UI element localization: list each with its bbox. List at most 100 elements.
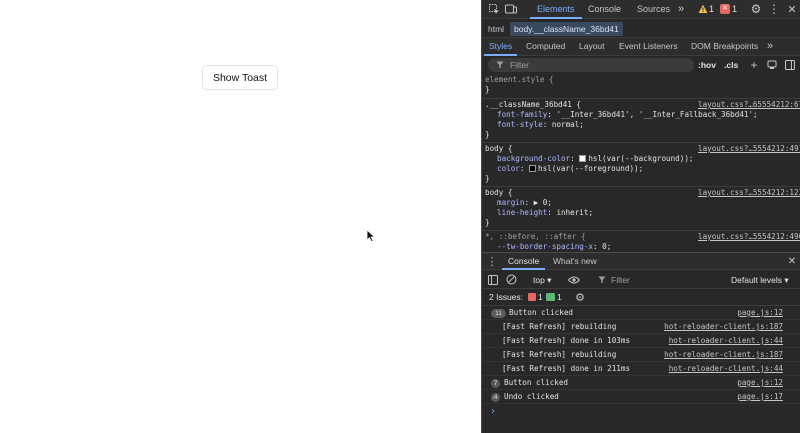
css-value: hsl(var(--background)); [588,154,694,163]
css-declaration[interactable]: line-height: inherit; [497,208,593,218]
breadcrumb-body[interactable]: body.__className_36bd41 [510,22,623,36]
console-source-link[interactable]: page.js:12 [737,306,783,320]
rule-selector[interactable]: body { [485,188,512,198]
error-icon[interactable]: ✕ [720,4,730,14]
console-settings-gear-icon[interactable]: ⚙ [574,291,586,304]
tab-layout[interactable]: Layout [579,38,605,56]
log-levels-dropdown[interactable]: Default levels ▾ [731,271,789,289]
more-tabs-button[interactable]: » [678,0,684,19]
prompt-chevron-icon: › [490,406,497,417]
console-message[interactable]: 4 Undo clicked page.js:17 [482,390,800,404]
tab-computed[interactable]: Computed [526,38,565,56]
error-count: 1 [732,4,738,14]
console-prompt[interactable]: › [482,405,800,419]
settings-gear-icon[interactable]: ⚙ [749,2,763,16]
css-value: normal; [551,120,584,129]
tab-console[interactable]: Console [588,0,621,19]
css-value: ▶ 0; [533,198,552,207]
console-message[interactable]: [Fast Refresh] done in 211ms hot-reloade… [482,362,800,376]
css-property: font-family [497,110,548,119]
css-declaration[interactable]: font-family: '__Inter_36bd41', '__Inter_… [497,110,758,120]
more-subtabs-button[interactable]: » [767,38,773,56]
drawer-menu-icon[interactable]: ⋮ [487,254,498,268]
console-message[interactable]: 11 Button clicked page.js:12 [482,306,800,320]
console-source-link[interactable]: hot-reloader-client.js:44 [669,334,783,348]
css-property: margin [497,198,525,207]
rule-divider [482,142,800,143]
rule-close: } [485,174,490,183]
close-drawer-icon[interactable]: ✕ [787,254,797,268]
issue-info-count: 1 [557,292,562,302]
new-style-rule-icon[interactable]: + [748,58,760,72]
tab-event-listeners[interactable]: Event Listeners [619,38,678,56]
devtools-panel: Elements Console Sources » 1 ✕ 1 ⚙ ⋮ ✕ h… [481,0,800,433]
styles-filter-input[interactable]: Filter [488,58,694,72]
css-property: --tw-border-spacing-x [497,242,594,251]
cls-toggle[interactable]: .cls [724,57,738,73]
rule-selector[interactable]: *, ::before, ::after { [485,232,586,242]
clear-console-icon[interactable] [506,274,517,285]
rule-selector[interactable]: body { [485,144,512,154]
live-expression-eye-icon[interactable] [568,275,580,285]
console-message-text: [Fast Refresh] rebuilding [502,322,617,331]
drawer-tab-console[interactable]: Console [502,253,546,270]
console-message-text: [Fast Refresh] done in 103ms [502,336,631,345]
console-message[interactable]: 7 Button clicked page.js:12 [482,376,800,390]
tab-sources[interactable]: Sources [637,0,670,19]
breadcrumb-html[interactable]: html [484,22,508,36]
drawer-tab-whats-new[interactable]: What's new [553,253,597,270]
tab-styles[interactable]: Styles [484,38,518,56]
console-message[interactable]: [Fast Refresh] rebuilding hot-reloader-c… [482,348,800,362]
css-declaration[interactable]: background-color: hsl(var(--background))… [497,154,693,164]
console-toolbar: top ▾ Filter Default levels ▾ [482,271,800,289]
rule-source-link[interactable]: layout.css?…5554212:491 [698,144,800,154]
toggle-rendering-icon[interactable] [767,60,777,70]
toggle-sidebar-icon[interactable] [785,60,795,70]
element-style-selector[interactable]: element.style { [485,75,554,85]
show-toast-button[interactable]: Show Toast [202,65,278,90]
rule-source-link[interactable]: layout.css?…5554212:123 [698,188,800,198]
issues-bar: 2 Issues: 1 1 ⚙ [482,289,800,306]
console-filter-input[interactable]: Filter [592,273,720,287]
css-value: inherit; [556,208,594,217]
css-declaration[interactable]: font-style: normal; [497,120,584,130]
context-selector[interactable]: top ▾ [533,271,551,289]
console-sidebar-icon[interactable] [488,275,498,285]
console-message[interactable]: [Fast Refresh] done in 103ms hot-reloade… [482,334,800,348]
hov-toggle[interactable]: :hov [698,57,716,73]
css-declaration[interactable]: margin: ▶ 0; [497,198,552,208]
issue-info-icon[interactable] [546,293,555,301]
tab-dom-breakpoints[interactable]: DOM Breakpoints [691,38,758,56]
console-source-link[interactable]: page.js:17 [737,390,783,404]
repeat-count-badge: 11 [491,309,506,318]
color-swatch-white[interactable] [579,155,587,162]
color-swatch-black[interactable] [529,165,537,172]
issue-error-count: 1 [538,292,543,302]
css-value: 0; [602,242,612,251]
issues-label[interactable]: 2 Issues: [489,289,523,306]
css-property: color [497,164,520,173]
css-declaration[interactable]: --tw-border-spacing-x: 0; [497,242,611,251]
issue-error-icon[interactable] [528,293,536,301]
rule-close: } [485,218,490,227]
inspect-element-icon[interactable] [488,3,500,15]
close-devtools-icon[interactable]: ✕ [786,2,798,16]
console-source-link[interactable]: hot-reloader-client.js:187 [664,348,783,362]
repeat-count-badge: 7 [491,379,500,388]
console-filter-placeholder: Filter [611,275,630,285]
rule-source-link[interactable]: layout.css?…5554212:496 [698,232,800,242]
console-source-link[interactable]: page.js:12 [737,376,783,390]
rule-selector[interactable]: .__className_36bd41 { [485,100,581,110]
console-message[interactable]: [Fast Refresh] rebuilding hot-reloader-c… [482,320,800,334]
rule-close: } [485,130,490,139]
repeat-count-badge: 4 [491,393,500,402]
css-declaration[interactable]: color: hsl(var(--foreground)); [497,164,643,174]
device-toolbar-icon[interactable] [505,3,517,15]
kebab-menu-icon[interactable]: ⋮ [768,2,780,16]
console-source-link[interactable]: hot-reloader-client.js:187 [664,320,783,334]
console-source-link[interactable]: hot-reloader-client.js:44 [669,362,783,376]
rule-source-link[interactable]: layout.css?…65554212:67 [698,100,800,110]
tab-elements[interactable]: Elements [530,0,582,19]
warning-icon[interactable] [698,4,708,14]
styles-filter-bar: Filter :hov .cls + [482,57,800,73]
